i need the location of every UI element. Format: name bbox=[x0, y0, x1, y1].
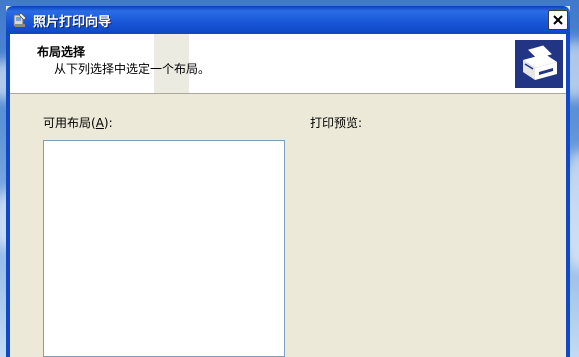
wizard-header: 布局选择 从下列选择中选定一个布局。 bbox=[10, 34, 566, 94]
page-subtitle: 从下列选择中选定一个布局。 bbox=[54, 62, 211, 76]
available-layouts-label-suffix: ): bbox=[103, 116, 113, 130]
photo-printing-wizard-window: 照片打印向导 布局选择 从下列选择中选定一个布局。 可用布局(A): 打印预览: bbox=[6, 6, 570, 357]
print-preview-label: 打印预览: bbox=[310, 116, 363, 130]
available-layouts-label-text: 可用布局( bbox=[43, 116, 96, 130]
window-right-border bbox=[566, 34, 570, 357]
available-layouts-accesskey: A bbox=[95, 116, 104, 130]
page-title: 布局选择 bbox=[37, 45, 86, 59]
title-bar[interactable]: 照片打印向导 bbox=[6, 6, 570, 34]
available-layouts-list[interactable] bbox=[43, 140, 285, 357]
available-layouts-label: 可用布局(A): bbox=[43, 114, 113, 131]
desktop-background: 照片打印向导 布局选择 从下列选择中选定一个布局。 可用布局(A): 打印预览: bbox=[0, 0, 579, 357]
close-icon bbox=[553, 15, 563, 25]
window-title: 照片打印向导 bbox=[33, 15, 112, 30]
close-button[interactable] bbox=[548, 10, 568, 30]
wizard-icon bbox=[12, 12, 28, 28]
printer-icon bbox=[515, 40, 563, 88]
